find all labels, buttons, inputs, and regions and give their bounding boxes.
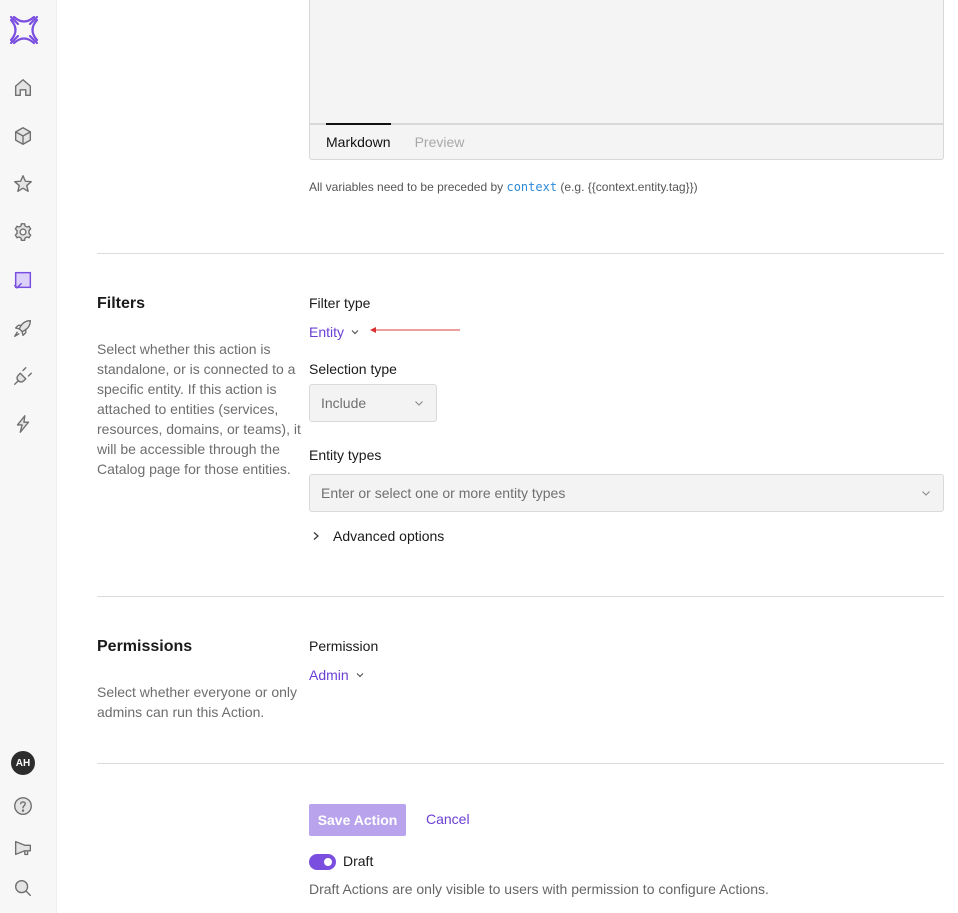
main-content: Markdown Preview All variables need to b… <box>57 0 958 913</box>
tab-preview[interactable]: Preview <box>415 125 465 159</box>
filter-type-select[interactable]: Entity <box>309 324 360 340</box>
permissions-description: Select whether everyone or only admins c… <box>97 684 297 720</box>
help-icon[interactable] <box>11 794 35 818</box>
megaphone-icon[interactable] <box>11 836 35 860</box>
editor-tabs: Markdown Preview <box>310 123 943 159</box>
entity-types-label: Entity types <box>309 447 382 463</box>
plug-icon[interactable] <box>11 364 35 388</box>
section-divider <box>97 596 944 597</box>
chevron-down-icon <box>356 673 364 678</box>
app-logo-icon[interactable] <box>8 14 40 46</box>
permission-select[interactable]: Admin <box>309 667 365 683</box>
rocket-icon[interactable] <box>11 316 35 340</box>
permission-label: Permission <box>309 638 379 654</box>
entity-types-input[interactable]: Enter or select one or more entity types <box>309 474 944 512</box>
chevron-down-icon <box>922 491 930 496</box>
advanced-options-label: Advanced options <box>333 528 445 544</box>
variables-hint: All variables need to be preceded by con… <box>309 180 698 194</box>
permission-value: Admin <box>309 667 349 683</box>
cube-icon[interactable] <box>11 124 35 148</box>
draft-label: Draft <box>343 853 374 869</box>
checkbox-icon[interactable] <box>11 268 35 292</box>
search-icon[interactable] <box>11 876 35 900</box>
section-divider <box>97 253 944 254</box>
section-divider <box>97 763 944 764</box>
selection-type-value: Include <box>321 395 367 411</box>
hint-prefix: All variables need to be preceded by <box>309 180 504 194</box>
chevron-down-icon <box>351 330 359 335</box>
permissions-title: Permissions <box>97 638 193 655</box>
draft-toggle[interactable] <box>309 854 336 870</box>
gear-icon[interactable] <box>11 220 35 244</box>
filters-title: Filters <box>97 295 146 312</box>
avatar[interactable]: AH <box>11 751 35 775</box>
chevron-right-icon <box>313 532 319 540</box>
annotation-arrow <box>370 327 460 333</box>
sidebar: AH <box>0 0 57 913</box>
lightning-icon[interactable] <box>11 412 35 436</box>
home-icon[interactable] <box>11 76 35 100</box>
filters-description: Select whether this action is standalone… <box>97 341 301 477</box>
chevron-down-icon <box>415 401 423 406</box>
filter-type-label: Filter type <box>309 295 371 311</box>
save-action-button[interactable]: Save Action <box>309 804 406 836</box>
selection-type-label: Selection type <box>309 361 397 377</box>
description-editor[interactable]: Markdown Preview <box>309 0 944 160</box>
hint-suffix: (e.g. {{context.entity.tag}}) <box>560 180 698 194</box>
draft-description: Draft Actions are only visible to users … <box>309 881 769 897</box>
cancel-button[interactable]: Cancel <box>426 811 470 827</box>
filter-type-value: Entity <box>309 324 345 340</box>
hint-code: context <box>506 180 558 194</box>
selection-type-select[interactable]: Include <box>309 384 437 422</box>
star-icon[interactable] <box>11 172 35 196</box>
tab-markdown[interactable]: Markdown <box>326 123 391 159</box>
entity-types-placeholder: Enter or select one or more entity types <box>321 485 566 501</box>
advanced-options-toggle[interactable]: Advanced options <box>311 528 444 544</box>
